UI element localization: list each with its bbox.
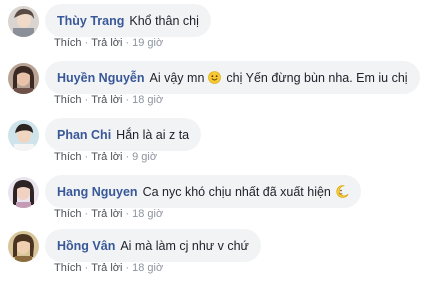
comment-bubble: Thùy Trang Khổ thân chị <box>45 4 211 37</box>
comment: Thùy Trang Khổ thân chị Thích · Trả lời · 19… <box>0 1 448 57</box>
comment-timestamp[interactable]: 19 giờ <box>132 37 163 49</box>
comment-author[interactable]: Phan Chi <box>57 128 111 142</box>
reply-link[interactable]: Trả lời <box>91 208 122 220</box>
reply-link[interactable]: Trả lời <box>91 151 122 163</box>
comment: Hang Nguyen Ca nyc khó chịu nhất đã xuất… <box>0 172 448 228</box>
separator-dot: · <box>84 94 89 106</box>
avatar[interactable] <box>8 6 39 37</box>
comment-bubble: Phan Chi Hắn là ai z ta <box>45 118 202 151</box>
comment-author[interactable]: Hang Nguyen <box>57 185 138 199</box>
like-link[interactable]: Thích <box>54 208 82 220</box>
separator-dot: · <box>125 94 130 106</box>
comment-text: Ai mà làm cj như v chứ <box>120 238 249 253</box>
separator-dot: · <box>125 37 130 49</box>
like-link[interactable]: Thích <box>54 151 82 163</box>
comment-text: Ca nyc khó chịu nhất đã xuất hiện <box>142 184 331 199</box>
comment-bubble: Hồng Vân Ai mà làm cj như v chứ <box>45 229 261 262</box>
comment: Hồng Vân Ai mà làm cj như v chứ Thích · Tr… <box>0 226 448 282</box>
avatar[interactable] <box>8 120 39 151</box>
comment-text: Ai vậy mn <box>149 70 205 85</box>
avatar[interactable] <box>8 63 39 94</box>
separator-dot: · <box>84 151 89 163</box>
like-link[interactable]: Thích <box>54 94 82 106</box>
comment-bubble: Huyền Nguyễn Ai vậy mn chị Yến đừng bùn … <box>45 61 420 94</box>
comment-actions: Thích · Trả lời · 18 giờ <box>54 262 163 274</box>
like-link[interactable]: Thích <box>54 37 82 49</box>
comment-author[interactable]: Huyền Nguyễn <box>57 71 145 85</box>
like-link[interactable]: Thích <box>54 262 82 274</box>
comment: Phan Chi Hắn là ai z ta Thích · Trả lời · 9 … <box>0 115 448 171</box>
comment-text: Hắn là ai z ta <box>116 127 190 142</box>
smiling-face-icon <box>208 71 222 84</box>
comment: Huyền Nguyễn Ai vậy mn chị Yến đừng bùn … <box>0 58 448 114</box>
separator-dot: · <box>125 262 130 274</box>
separator-dot: · <box>84 262 89 274</box>
comment-timestamp[interactable]: 18 giờ <box>132 262 163 274</box>
avatar[interactable] <box>8 231 39 262</box>
comment-actions: Thích · Trả lời · 18 giờ <box>54 94 163 106</box>
comment-timestamp[interactable]: 18 giờ <box>132 208 163 220</box>
reply-link[interactable]: Trả lời <box>91 37 122 49</box>
comment-timestamp[interactable]: 9 giờ <box>132 151 157 163</box>
comment-actions: Thích · Trả lời · 9 giờ <box>54 151 157 163</box>
moon-face-icon <box>336 185 349 198</box>
comment-author[interactable]: Thùy Trang <box>57 14 124 28</box>
comment-actions: Thích · Trả lời · 18 giờ <box>54 208 163 220</box>
separator-dot: · <box>84 37 89 49</box>
comment-text: Khổ thân chị <box>129 13 199 28</box>
separator-dot: · <box>125 151 130 163</box>
comment-bubble: Hang Nguyen Ca nyc khó chịu nhất đã xuất… <box>45 175 361 208</box>
comment-timestamp[interactable]: 18 giờ <box>132 94 163 106</box>
separator-dot: · <box>84 208 89 220</box>
reply-link[interactable]: Trả lời <box>91 262 122 274</box>
avatar[interactable] <box>8 177 39 208</box>
comment-author[interactable]: Hồng Vân <box>57 239 115 253</box>
comment-actions: Thích · Trả lời · 19 giờ <box>54 37 163 49</box>
comment-text: chị Yến đừng bùn nha. Em iu chị <box>226 70 408 85</box>
reply-link[interactable]: Trả lời <box>91 94 122 106</box>
separator-dot: · <box>125 208 130 220</box>
